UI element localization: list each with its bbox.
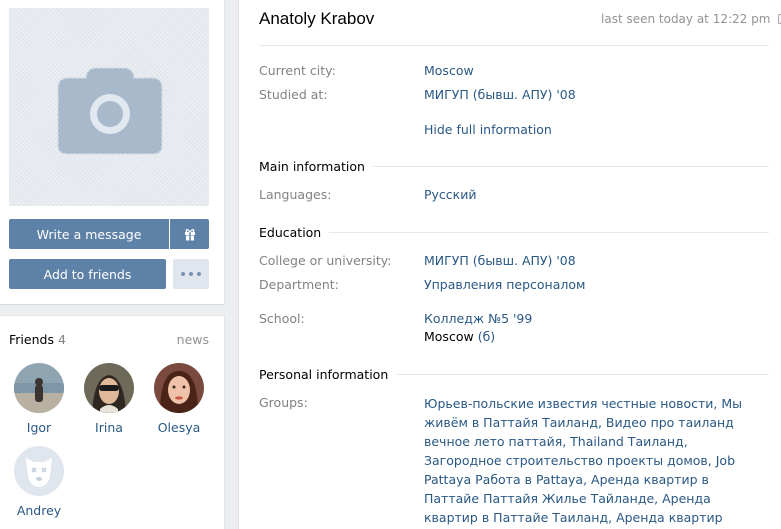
friend-name: Olesya [157,420,201,435]
friend-name: Irina [95,420,123,435]
friends-count: 4 [57,332,66,347]
department-link[interactable]: Управления персоналом [424,277,585,292]
friends-title: Friends [9,332,54,347]
profile-name: Anatoly Krabov [259,9,375,28]
more-icon [181,272,201,276]
college-link[interactable]: МИГУП (бывш. АПУ) '08 [424,253,576,268]
education-title: Education [259,225,330,240]
languages-link[interactable]: Русский [424,187,476,202]
school-city: Moscow [424,329,474,344]
friends-card: Friends 4 news Igor Irina Olesya Andrey [0,316,224,529]
profile-photo-card: Write a message Add to friends [0,0,224,304]
college-label: College or university: [259,253,392,268]
friend-item[interactable]: Andrey [4,446,74,518]
school-class-link[interactable]: (б) [478,329,495,344]
main-info-title: Main information [259,159,373,174]
friend-item[interactable]: Igor [4,363,74,435]
gift-icon [184,228,195,241]
school-location: Moscow (б) [424,329,495,344]
avatar [14,446,64,496]
personal-info-title: Personal information [259,367,397,382]
profile-info-card: Anatoly Krabov last seen today at 12:22 … [239,0,781,529]
more-actions-button[interactable] [173,259,209,289]
dog-avatar-icon [14,446,64,496]
add-to-friends-button[interactable]: Add to friends [9,259,166,289]
friend-name: Igor [26,420,52,435]
groups-label: Groups: [259,395,308,410]
education-divider [259,232,769,233]
friends-news-link[interactable]: news [177,332,209,347]
last-seen-text: last seen today at 12:22 pm [601,12,771,26]
avatar [154,363,204,413]
languages-label: Languages: [259,187,332,202]
department-label: Department: [259,277,339,292]
groups-links[interactable]: Юрьев-польские известия честные новости,… [424,394,764,529]
last-seen-status: last seen today at 12:22 pm [601,12,781,26]
avatar [84,363,134,413]
school-link[interactable]: Колледж №5 '99 [424,311,532,326]
header-divider [259,45,769,46]
school-label: School: [259,311,305,326]
profile-photo-placeholder[interactable] [9,8,209,206]
avatar [14,363,64,413]
current-city-link[interactable]: Moscow [424,63,474,78]
write-message-button[interactable]: Write a message [9,219,169,249]
friends-header[interactable]: Friends 4 [9,332,66,347]
friend-name: Andrey [16,503,62,518]
current-city-label: Current city: [259,63,336,78]
send-gift-button[interactable] [170,219,209,249]
friend-item[interactable]: Irina [74,363,144,435]
camera-icon [57,67,163,155]
studied-at-label: Studied at: [259,87,328,102]
hide-full-information-link[interactable]: Hide full information [424,122,552,137]
studied-at-link[interactable]: МИГУП (бывш. АПУ) '08 [424,87,576,102]
friend-item[interactable]: Olesya [144,363,214,435]
